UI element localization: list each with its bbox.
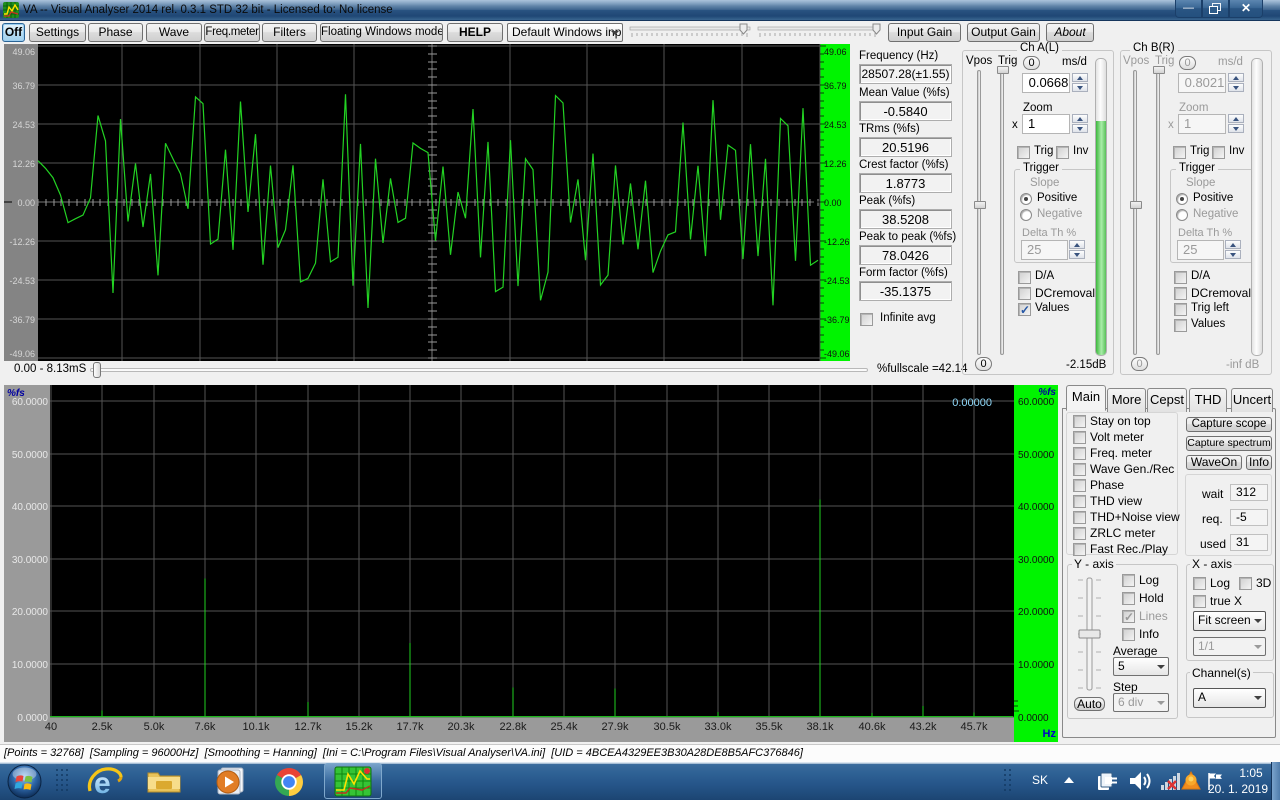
svg-text:-24.53: -24.53 bbox=[824, 276, 850, 286]
svg-text:17.7k: 17.7k bbox=[397, 721, 424, 733]
svg-text:-49.06: -49.06 bbox=[824, 349, 850, 359]
svg-text:%fs: %fs bbox=[1038, 387, 1056, 398]
svg-text:10.0000: 10.0000 bbox=[12, 660, 49, 671]
svg-text:50.0000: 50.0000 bbox=[12, 450, 49, 461]
svg-text:0.0000: 0.0000 bbox=[1018, 713, 1049, 724]
svg-text:33.0k: 33.0k bbox=[705, 721, 732, 733]
svg-text:0.0000: 0.0000 bbox=[17, 713, 48, 724]
svg-text:24.53: 24.53 bbox=[12, 120, 35, 130]
svg-text:27.9k: 27.9k bbox=[602, 721, 629, 733]
svg-text:0.00: 0.00 bbox=[824, 198, 842, 208]
svg-text:10.0000: 10.0000 bbox=[1018, 660, 1055, 671]
svg-text:36.79: 36.79 bbox=[824, 81, 847, 91]
svg-text:-12.26: -12.26 bbox=[9, 237, 35, 247]
svg-text:60.0000: 60.0000 bbox=[1018, 397, 1055, 408]
svg-text:15.2k: 15.2k bbox=[346, 721, 373, 733]
svg-text:Hz: Hz bbox=[1043, 728, 1057, 740]
svg-text:43.2k: 43.2k bbox=[910, 721, 937, 733]
svg-text:24.53: 24.53 bbox=[824, 120, 847, 130]
svg-text:38.1k: 38.1k bbox=[807, 721, 834, 733]
svg-text:-36.79: -36.79 bbox=[9, 315, 35, 325]
svg-text:%fs: %fs bbox=[7, 388, 25, 399]
svg-text:22.8k: 22.8k bbox=[500, 721, 527, 733]
svg-text:0.00: 0.00 bbox=[17, 198, 35, 208]
svg-text:20.0000: 20.0000 bbox=[1018, 607, 1055, 618]
svg-text:49.06: 49.06 bbox=[12, 47, 35, 57]
svg-text:12.7k: 12.7k bbox=[295, 721, 322, 733]
svg-text:5.0k: 5.0k bbox=[144, 721, 165, 733]
svg-text:45.7k: 45.7k bbox=[961, 721, 988, 733]
svg-text:30.0000: 30.0000 bbox=[12, 555, 49, 566]
svg-text:35.5k: 35.5k bbox=[756, 721, 783, 733]
svg-text:-36.79: -36.79 bbox=[824, 315, 850, 325]
svg-text:7.6k: 7.6k bbox=[195, 721, 216, 733]
svg-text:12.26: 12.26 bbox=[824, 159, 847, 169]
svg-text:49.06: 49.06 bbox=[824, 47, 847, 57]
svg-text:20.0000: 20.0000 bbox=[12, 607, 49, 618]
svg-text:25.4k: 25.4k bbox=[551, 721, 578, 733]
svg-text:30.0000: 30.0000 bbox=[1018, 555, 1055, 566]
svg-text:40: 40 bbox=[45, 721, 57, 733]
svg-text:20.3k: 20.3k bbox=[448, 721, 475, 733]
svg-text:10.1k: 10.1k bbox=[243, 721, 270, 733]
svg-text:50.0000: 50.0000 bbox=[1018, 450, 1055, 461]
svg-text:-12.26: -12.26 bbox=[824, 237, 850, 247]
svg-text:40.0000: 40.0000 bbox=[12, 502, 49, 513]
svg-text:12.26: 12.26 bbox=[12, 159, 35, 169]
svg-text:40.0000: 40.0000 bbox=[1018, 502, 1055, 513]
svg-text:30.5k: 30.5k bbox=[654, 721, 681, 733]
svg-text:2.5k: 2.5k bbox=[92, 721, 113, 733]
svg-text:-24.53: -24.53 bbox=[9, 276, 35, 286]
svg-text:-49.06: -49.06 bbox=[9, 349, 35, 359]
svg-text:0.00000: 0.00000 bbox=[952, 397, 992, 409]
svg-text:40.6k: 40.6k bbox=[859, 721, 886, 733]
svg-text:36.79: 36.79 bbox=[12, 81, 35, 91]
